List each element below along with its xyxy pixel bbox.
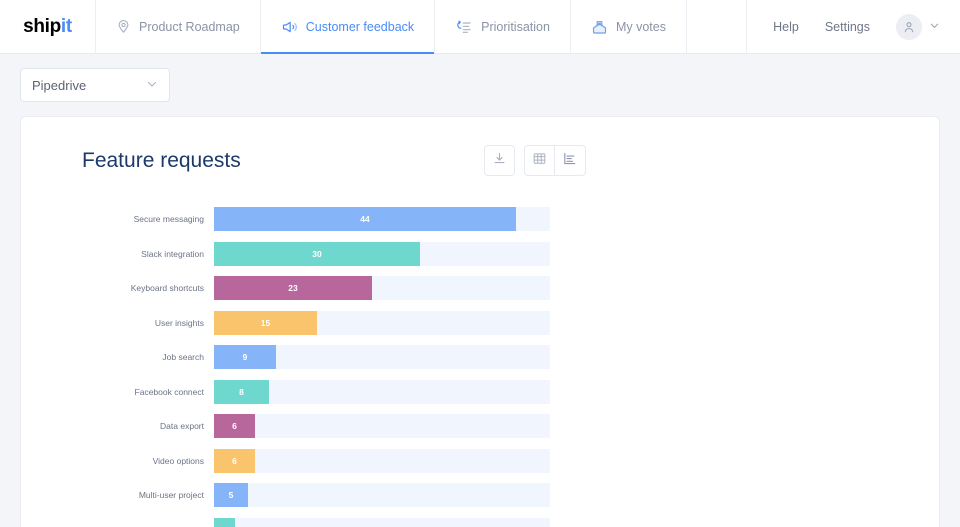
chart-bar-track: 3 (214, 517, 550, 527)
chart-bar-value: 6 (232, 421, 237, 432)
nav-tab-label: Product Roadmap (139, 19, 240, 34)
chart-bar-value: 30 (312, 248, 322, 259)
chart-bar[interactable]: 44 (214, 207, 516, 232)
nav-tab-my-votes[interactable]: My votes (571, 0, 687, 53)
chart-row: Multi-user project 5 (49, 478, 911, 513)
chart-bar-track: 30 (214, 241, 550, 266)
view-toggle-group (523, 145, 586, 176)
chart-bar[interactable]: 15 (214, 310, 317, 335)
chart-row-label: Keyboard shortcuts (130, 283, 204, 294)
chart-bar-track: 44 (214, 207, 550, 232)
chart-toolbar (483, 145, 586, 176)
nav-tab-label: Prioritisation (481, 19, 550, 34)
chart-bar-track: 15 (214, 310, 550, 335)
chart-row: User insights 15 (49, 306, 911, 341)
page-title: Feature requests (82, 148, 241, 172)
chart-row: Video options 6 (49, 444, 911, 479)
chart-bar[interactable]: 5 (214, 483, 248, 508)
chart-row-label: Job search (162, 352, 204, 363)
chart-bar-value: 8 (239, 386, 244, 397)
megaphone-icon (281, 19, 298, 35)
chart-row: Slack integration 30 (49, 237, 911, 272)
download-icon (492, 151, 507, 171)
chart-row: Job search 9 (49, 340, 911, 375)
user-avatar-icon (896, 13, 922, 40)
chart-row: Secure messaging 44 (49, 202, 911, 237)
chart-bar-track: 5 (214, 483, 550, 508)
chart-bar-track: 6 (214, 414, 550, 439)
nav-tab-customer-feedback[interactable]: Customer feedback (260, 0, 436, 54)
map-pin-icon (116, 19, 131, 34)
download-button[interactable] (483, 145, 515, 176)
chart-bar-value: 6 (232, 455, 237, 466)
chart-bar-value: 44 (360, 214, 370, 225)
chart-bar-track: 9 (214, 345, 550, 370)
card-header: Feature requests (49, 145, 911, 176)
chart-bar-value: 23 (288, 283, 298, 294)
chart-view-button[interactable] (554, 145, 586, 176)
feature-requests-card: Feature requests Secure messaging 44 Sla… (20, 116, 940, 527)
chart-row-label: Facebook connect (134, 386, 204, 397)
nav-right-group: Help Settings (747, 0, 960, 53)
chart-row-label: Video options (152, 455, 204, 466)
chart-bar[interactable]: 9 (214, 345, 276, 370)
chart-bar[interactable]: 8 (214, 379, 269, 404)
filter-row: Pipedrive (0, 54, 960, 102)
table-view-button[interactable] (523, 145, 555, 176)
nav-link-help[interactable]: Help (773, 20, 799, 34)
account-menu[interactable] (896, 13, 940, 40)
chart-row: Add logo to project3 (49, 513, 911, 527)
project-select[interactable]: Pipedrive (20, 68, 170, 102)
brand-logo-part1: ship (23, 15, 61, 37)
chart-row-label: Data export (160, 421, 204, 432)
chart-row-label: Secure messaging (133, 214, 204, 225)
chart-bar[interactable]: 6 (214, 414, 255, 439)
nav-link-settings[interactable]: Settings (825, 20, 870, 34)
nav-spacer (687, 0, 748, 53)
chart-row-label: Multi-user project (138, 490, 204, 501)
chevron-down-icon (929, 18, 940, 36)
bar-chart-icon (562, 151, 577, 171)
top-navigation-bar: ship it Product Roadmap Customer feedback (0, 0, 960, 54)
nav-tab-product-roadmap[interactable]: Product Roadmap (96, 0, 261, 53)
chart-bar-track: 8 (214, 379, 550, 404)
chart-bar-value: 15 (260, 317, 271, 328)
chart-row: Facebook connect 8 (49, 375, 911, 410)
chart-bar-value: 5 (228, 490, 234, 501)
chart-bar[interactable]: 6 (214, 448, 255, 473)
chart-bar[interactable]: 23 (214, 276, 372, 301)
chart-row: Data export 6 (49, 409, 911, 444)
grid-table-icon (532, 151, 547, 171)
prioritisation-list-icon (455, 19, 473, 35)
chart-row: Keyboard shortcuts 23 (49, 271, 911, 306)
chart-bar[interactable]: 3 (214, 517, 235, 527)
project-select-value: Pipedrive (32, 77, 87, 93)
chart-bar-value: 9 (242, 352, 248, 363)
nav-tab-label: Customer feedback (305, 19, 415, 34)
nav-tab-label: My votes (615, 19, 666, 34)
chart-bar-track: 23 (214, 276, 550, 301)
brand-logo[interactable]: ship it (0, 0, 96, 53)
ballot-box-icon (591, 19, 608, 35)
chart-bar[interactable]: 30 (214, 241, 420, 266)
chart-row-label: Slack integration (141, 248, 204, 259)
chevron-down-icon (146, 78, 158, 93)
chart-row-label: User insights (154, 317, 204, 328)
nav-tab-prioritisation[interactable]: Prioritisation (435, 0, 571, 53)
brand-logo-part2: it (60, 15, 72, 37)
chart-bar-track: 6 (214, 448, 550, 473)
feature-requests-bar-chart: Secure messaging 44 Slack integration 30 Key… (49, 202, 911, 527)
